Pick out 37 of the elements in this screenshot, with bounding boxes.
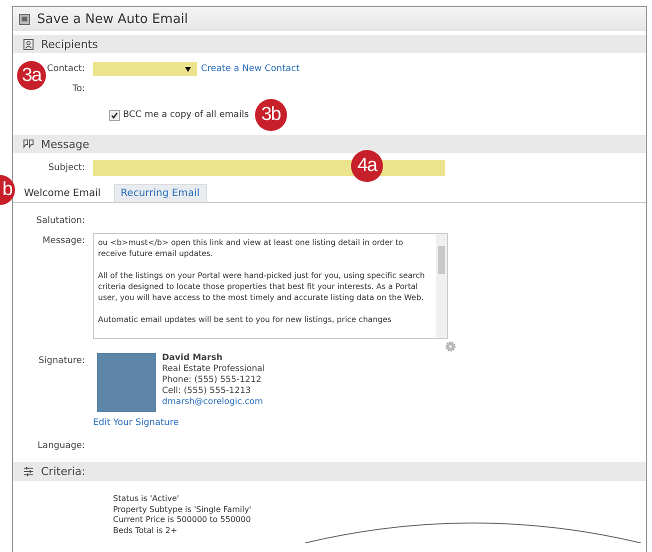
callout-badge: 3a xyxy=(17,61,46,90)
callout-badge: 4a xyxy=(351,150,383,182)
signature-line: Cell: (555) 555-1213 xyxy=(162,386,252,397)
criteria-line: Property Subtype is 'Single Family' xyxy=(113,504,252,515)
sliders-icon xyxy=(23,466,34,477)
field-label: Language: xyxy=(36,441,86,451)
callout-badge: 3b xyxy=(254,99,287,131)
signature-name: David Marsh xyxy=(162,353,224,364)
field-label: Contact: xyxy=(46,64,86,74)
criteria-line: Status is 'Active' xyxy=(113,494,180,504)
quote-icon xyxy=(23,138,34,150)
callout-badge: b xyxy=(0,175,15,205)
checkbox-label: BCC me a copy of all emails xyxy=(123,110,249,120)
signature-line: Real Estate Professional xyxy=(162,364,265,375)
criteria-line: Beds Total is 2+ xyxy=(113,526,178,536)
window-icon xyxy=(19,14,30,24)
section-title: Recipients xyxy=(41,38,98,50)
field-label: Subject: xyxy=(47,163,86,173)
field-label: Salutation: xyxy=(35,216,86,226)
tab[interactable]: Recurring Email xyxy=(114,184,207,202)
signature-line: Phone: (555) 555-1212 xyxy=(162,375,262,386)
settings-icon[interactable] xyxy=(445,340,456,352)
field-label: To: xyxy=(71,84,86,94)
email-link[interactable]: dmarsh@corelogic.com xyxy=(162,397,264,407)
bcc-checkbox[interactable] xyxy=(109,110,120,120)
section-title: Message xyxy=(41,138,90,150)
person-icon xyxy=(23,38,34,50)
field-label: Message: xyxy=(42,235,86,246)
scrollbar[interactable] xyxy=(436,234,447,338)
edit-signature-link[interactable]: Edit Your Signature xyxy=(93,418,265,428)
criteria-line: Current Price is 500000 to 550000 xyxy=(113,515,252,526)
photo-placeholder xyxy=(97,353,156,412)
section-title: Criteria: xyxy=(41,465,86,478)
caret-icon xyxy=(185,67,191,72)
field-label: Signature: xyxy=(38,355,86,366)
window-title: Save a New Auto Email xyxy=(37,12,188,26)
create-contact-link[interactable]: Create a New Contact xyxy=(201,64,300,74)
